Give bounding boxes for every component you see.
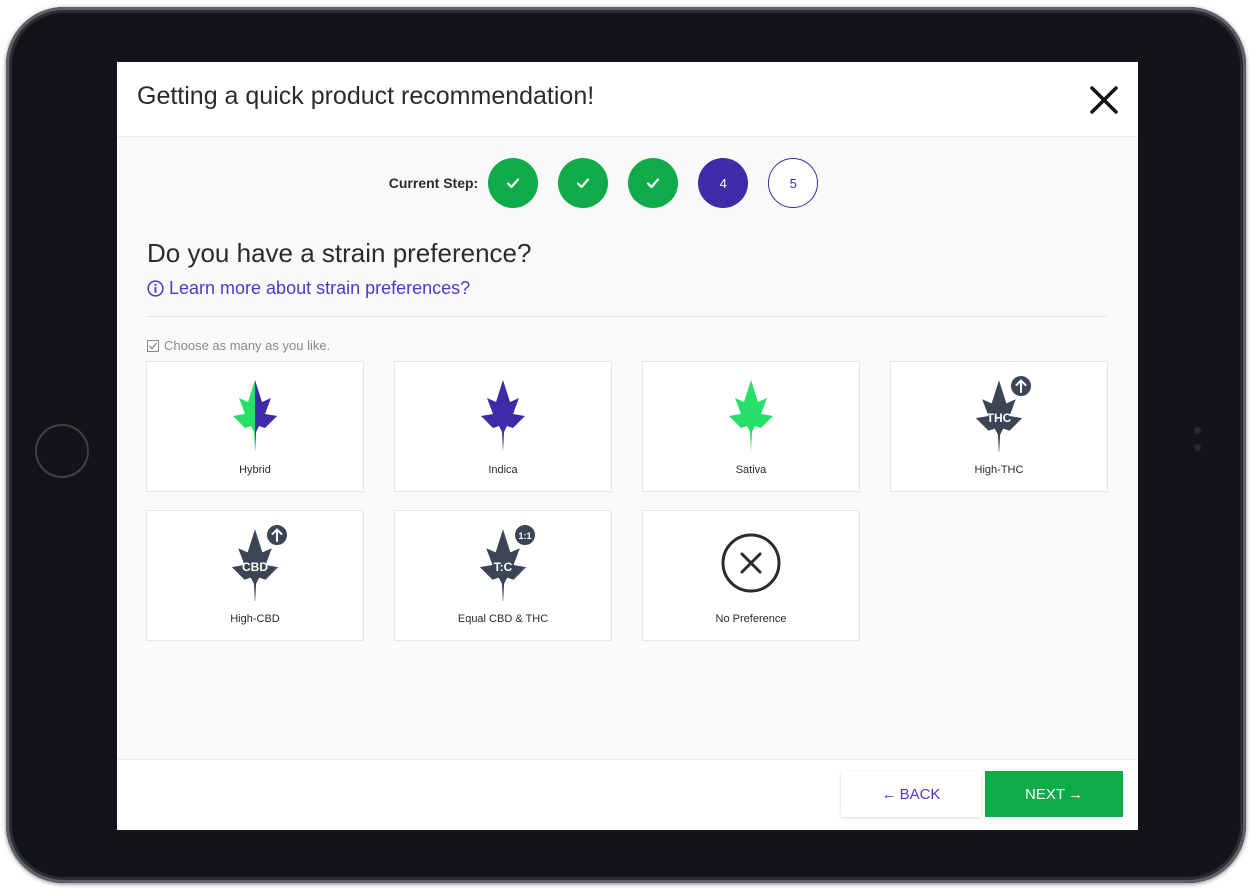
back-button[interactable]: ← BACK <box>841 771 981 817</box>
option-label: Indica <box>488 464 518 476</box>
svg-text:1:1: 1:1 <box>518 531 531 541</box>
svg-text:THC: THC <box>987 411 1012 425</box>
option-sativa[interactable]: Sativa <box>643 362 859 491</box>
next-label: NEXT <box>1024 785 1065 803</box>
checkmark-icon <box>507 178 520 189</box>
step-4-current: 4 <box>698 158 749 208</box>
question-title: Do you have a strain preference? <box>147 238 532 268</box>
step-indicator: Current Step: 4 5 <box>117 158 1138 208</box>
recommendation-modal: Getting a quick product recommendation! … <box>117 62 1138 830</box>
learn-more-text: Learn more about strain preferences? <box>169 278 471 298</box>
option-label: Sativa <box>735 464 767 476</box>
learn-more-link[interactable]: Learn more about strain preferences? <box>147 278 470 299</box>
option-label: High-THC <box>974 464 1024 476</box>
checkmark-icon <box>647 178 660 189</box>
step-5-upcoming: 5 <box>768 158 819 208</box>
multi-select-hint: Choose as many as you like. <box>147 338 330 353</box>
back-label: BACK <box>899 785 941 803</box>
checkmark-icon <box>577 178 590 189</box>
hint-text: Choose as many as you like. <box>164 338 331 353</box>
hybrid-leaf-icon <box>233 380 277 452</box>
equal-ratio-leaf-icon: T:C 1:1 <box>479 523 537 601</box>
arrow-right-icon: → <box>1068 785 1083 803</box>
divider <box>147 316 1107 317</box>
option-equal-cbd-thc[interactable]: T:C 1:1 Equal CBD & THC <box>395 511 611 640</box>
option-label: Equal CBD & THC <box>457 613 549 625</box>
option-high-thc[interactable]: THC High-THC <box>891 362 1107 491</box>
close-icon[interactable] <box>1086 82 1122 118</box>
sativa-leaf-icon <box>729 380 773 452</box>
option-label: High-CBD <box>230 613 280 625</box>
step-2 <box>558 158 609 208</box>
modal-header: Getting a quick product recommendation! <box>117 62 1138 137</box>
svg-text:CBD: CBD <box>242 560 268 574</box>
step-1 <box>488 158 539 208</box>
info-icon <box>147 280 164 297</box>
indica-leaf-icon <box>481 380 525 452</box>
option-label: No Preference <box>715 613 787 625</box>
arrow-left-icon: ← <box>881 785 897 803</box>
high-thc-leaf-icon: THC <box>975 374 1033 452</box>
svg-text:T:C: T:C <box>494 560 513 574</box>
option-high-cbd[interactable]: CBD High-CBD <box>147 511 363 640</box>
next-button[interactable]: NEXT → <box>985 771 1123 817</box>
step-label: Current Step: <box>388 175 479 191</box>
option-indica[interactable]: Indica <box>395 362 611 491</box>
modal-title: Getting a quick product recommendation! <box>137 82 595 110</box>
front-camera <box>1194 444 1201 451</box>
modal-footer: ← BACK NEXT → <box>117 759 1138 830</box>
option-hybrid[interactable]: Hybrid <box>147 362 363 491</box>
no-preference-icon <box>721 533 781 593</box>
step-3 <box>628 158 679 208</box>
high-cbd-leaf-icon: CBD <box>231 523 289 601</box>
option-no-preference[interactable]: No Preference <box>643 511 859 640</box>
home-button <box>35 424 89 478</box>
checkbox-icon <box>147 339 159 352</box>
ambient-sensor <box>1194 427 1201 434</box>
option-label: Hybrid <box>239 464 271 476</box>
